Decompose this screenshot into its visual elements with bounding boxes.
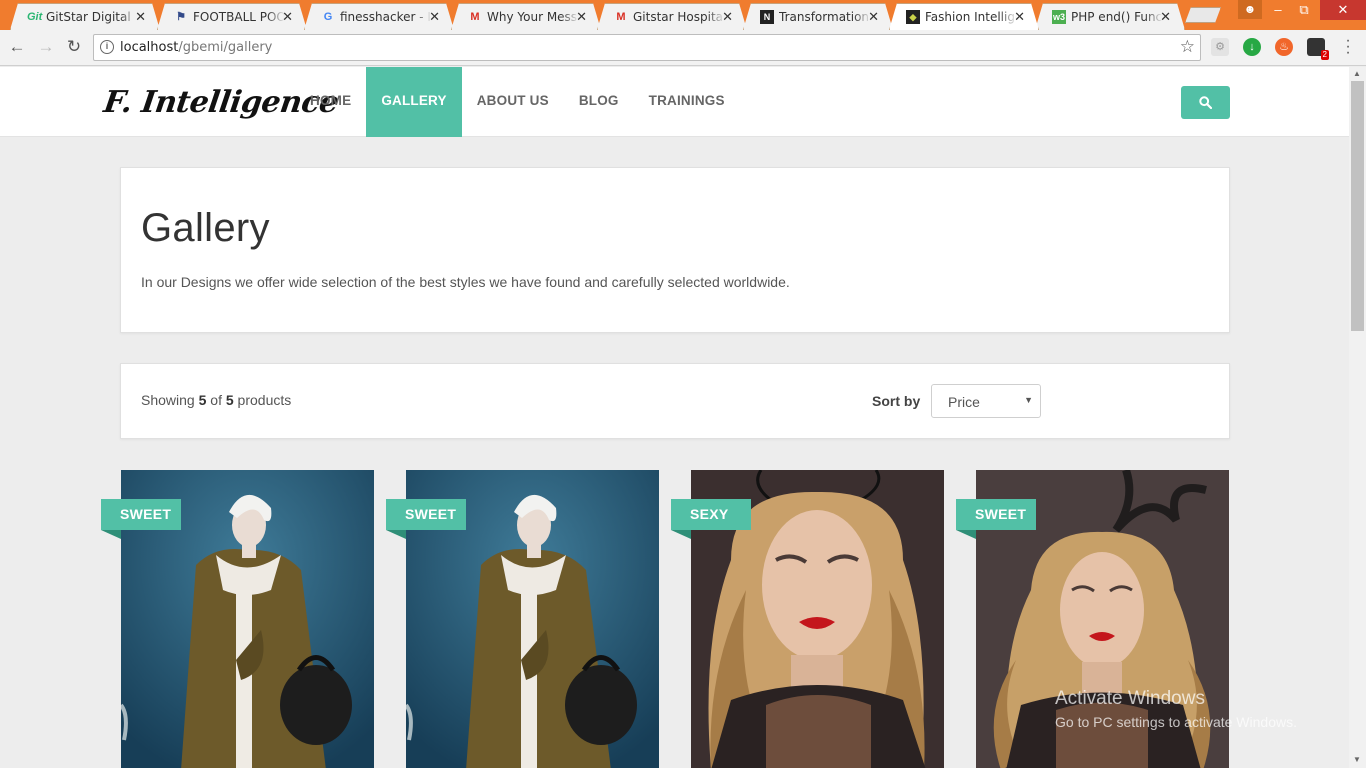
close-icon[interactable]: ✕: [1160, 9, 1171, 25]
results-total: 5: [225, 392, 234, 408]
browser-tab-active[interactable]: ◆ Fashion Intellige ✕: [889, 3, 1039, 30]
search-icon: [1199, 96, 1212, 109]
window-close-icon[interactable]: ✕: [1320, 0, 1366, 20]
address-bar[interactable]: i localhost/gbemi/gallery ☆: [93, 34, 1201, 61]
close-icon[interactable]: ✕: [868, 9, 879, 25]
close-icon[interactable]: ✕: [576, 9, 587, 25]
profile-icon[interactable]: ☻: [1238, 0, 1262, 19]
w3schools-icon: w3: [1052, 12, 1065, 22]
page-scrollbar[interactable]: ▲ ▼: [1349, 67, 1366, 768]
download-icon[interactable]: ↓: [1243, 38, 1261, 56]
results-of: of: [210, 392, 222, 408]
results-suffix: products: [237, 392, 292, 408]
browser-tab[interactable]: G finesshacker - Ic ✕: [304, 3, 454, 30]
tab-title: FOOTBALL POOL: [193, 10, 285, 24]
scrollbar-thumb[interactable]: [1351, 81, 1364, 331]
badge-fold: [956, 530, 976, 539]
product-filter-bar: Showing 5 of 5 products Sort by Price ▼: [120, 363, 1230, 439]
tab-title: Fashion Intellige: [925, 10, 1017, 24]
extension-icon[interactable]: ⚙: [1211, 38, 1229, 56]
url-host: localhost: [120, 40, 179, 55]
main-nav: HOME GALLERY ABOUT US BLOG TRAININGS: [295, 67, 740, 137]
product-badge: SEXY: [671, 499, 751, 530]
nav-home[interactable]: HOME: [295, 67, 366, 137]
results-shown: 5: [198, 392, 207, 408]
site-header: F. Intelligence HOME GALLERY ABOUT US BL…: [0, 67, 1349, 137]
results-prefix: Showing: [141, 392, 195, 408]
reload-icon[interactable]: ↻: [63, 36, 85, 58]
browser-tab[interactable]: ⚑ FOOTBALL POOL ✕: [157, 3, 307, 30]
watermark-line-1: Activate Windows: [1055, 688, 1205, 709]
page-description: In our Designs we offer wide selection o…: [141, 274, 790, 290]
scroll-down-icon[interactable]: ▼: [1353, 755, 1361, 764]
page-title: Gallery: [141, 206, 270, 250]
bookmark-star-icon[interactable]: ☆: [1180, 37, 1195, 57]
gmail-icon: M: [470, 11, 480, 23]
browser-tab[interactable]: Git GitStar Digital ✕: [10, 3, 160, 30]
badge-fold: [671, 530, 691, 539]
caret-down-icon: ▼: [1024, 395, 1033, 405]
badge-fold: [101, 530, 121, 539]
product-badge: SWEET: [101, 499, 181, 530]
tab-title: finesshacker - Ic: [340, 10, 432, 24]
close-icon[interactable]: ✕: [429, 9, 440, 25]
search-button[interactable]: [1181, 86, 1230, 119]
scroll-up-icon[interactable]: ▲: [1353, 69, 1361, 78]
back-arrow-icon[interactable]: ←: [6, 36, 28, 58]
nav-about-us[interactable]: ABOUT US: [462, 67, 564, 137]
extension-badge-icon[interactable]: 2: [1307, 38, 1329, 60]
url-path: /gbemi/gallery: [178, 40, 273, 55]
new-tab-button[interactable]: [1185, 7, 1221, 23]
product-badge: SWEET: [386, 499, 466, 530]
sort-select[interactable]: Price ▼: [931, 384, 1041, 418]
tab-title: Transformation: [779, 10, 870, 24]
url-text[interactable]: localhost/gbemi/gallery: [120, 40, 272, 55]
gallery-intro-card: Gallery In our Designs we offer wide sel…: [120, 167, 1230, 333]
tab-title: Why Your Messa: [487, 10, 579, 24]
close-icon[interactable]: ✕: [722, 9, 733, 25]
nav-blog[interactable]: BLOG: [564, 67, 634, 137]
sort-selected-value: Price: [948, 394, 980, 410]
gmail-icon: M: [616, 11, 626, 23]
browser-tab[interactable]: N Transformation ✕: [743, 3, 893, 30]
close-icon[interactable]: ✕: [135, 9, 146, 25]
results-count: Showing 5 of 5 products: [141, 392, 291, 408]
windows-activation-watermark: Activate Windows Go to PC settings to ac…: [1055, 688, 1297, 730]
close-icon[interactable]: ✕: [282, 9, 293, 25]
browser-tab[interactable]: w3 PHP end() Functi ✕: [1035, 3, 1185, 30]
info-icon[interactable]: i: [100, 40, 114, 54]
watermark-line-2: Go to PC settings to activate Windows.: [1055, 714, 1297, 730]
product-badge: SWEET: [956, 499, 1036, 530]
fashion-icon: ◆: [906, 10, 920, 24]
browser-menu-icon[interactable]: · · ·: [1343, 33, 1353, 61]
tab-title: PHP end() Functi: [1071, 10, 1163, 24]
extension-badge-count: 2: [1320, 50, 1329, 60]
fire-extension-icon[interactable]: ♨: [1275, 38, 1293, 56]
nav-trainings[interactable]: TRAININGS: [634, 67, 740, 137]
sort-label: Sort by: [872, 393, 921, 409]
google-icon: G: [323, 11, 333, 23]
tab-title: Gitstar Hospitali: [633, 10, 725, 24]
restore-icon[interactable]: ⧉: [1291, 0, 1317, 20]
browser-tab[interactable]: M Gitstar Hospitali ✕: [597, 3, 747, 30]
nav-gallery[interactable]: GALLERY: [366, 67, 462, 137]
browser-toolbar: ← → ↻ i localhost/gbemi/gallery ☆ ⚙ ↓ ♨ …: [0, 30, 1366, 66]
gitstar-icon: Git: [27, 11, 43, 23]
browser-tab[interactable]: M Why Your Messa ✕: [451, 3, 601, 30]
tab-title: GitStar Digital: [46, 10, 138, 24]
transformation-icon: N: [760, 10, 774, 24]
badge-fold: [386, 530, 406, 539]
browser-tab-strip: Git GitStar Digital ✕ ⚑ FOOTBALL POOL ✕ …: [0, 0, 1366, 30]
page-viewport: F. Intelligence HOME GALLERY ABOUT US BL…: [0, 67, 1349, 768]
football-icon: ⚑: [176, 11, 186, 23]
close-icon[interactable]: ✕: [1014, 9, 1025, 25]
minimize-icon[interactable]: –: [1265, 0, 1291, 20]
forward-arrow-icon[interactable]: →: [35, 36, 57, 58]
